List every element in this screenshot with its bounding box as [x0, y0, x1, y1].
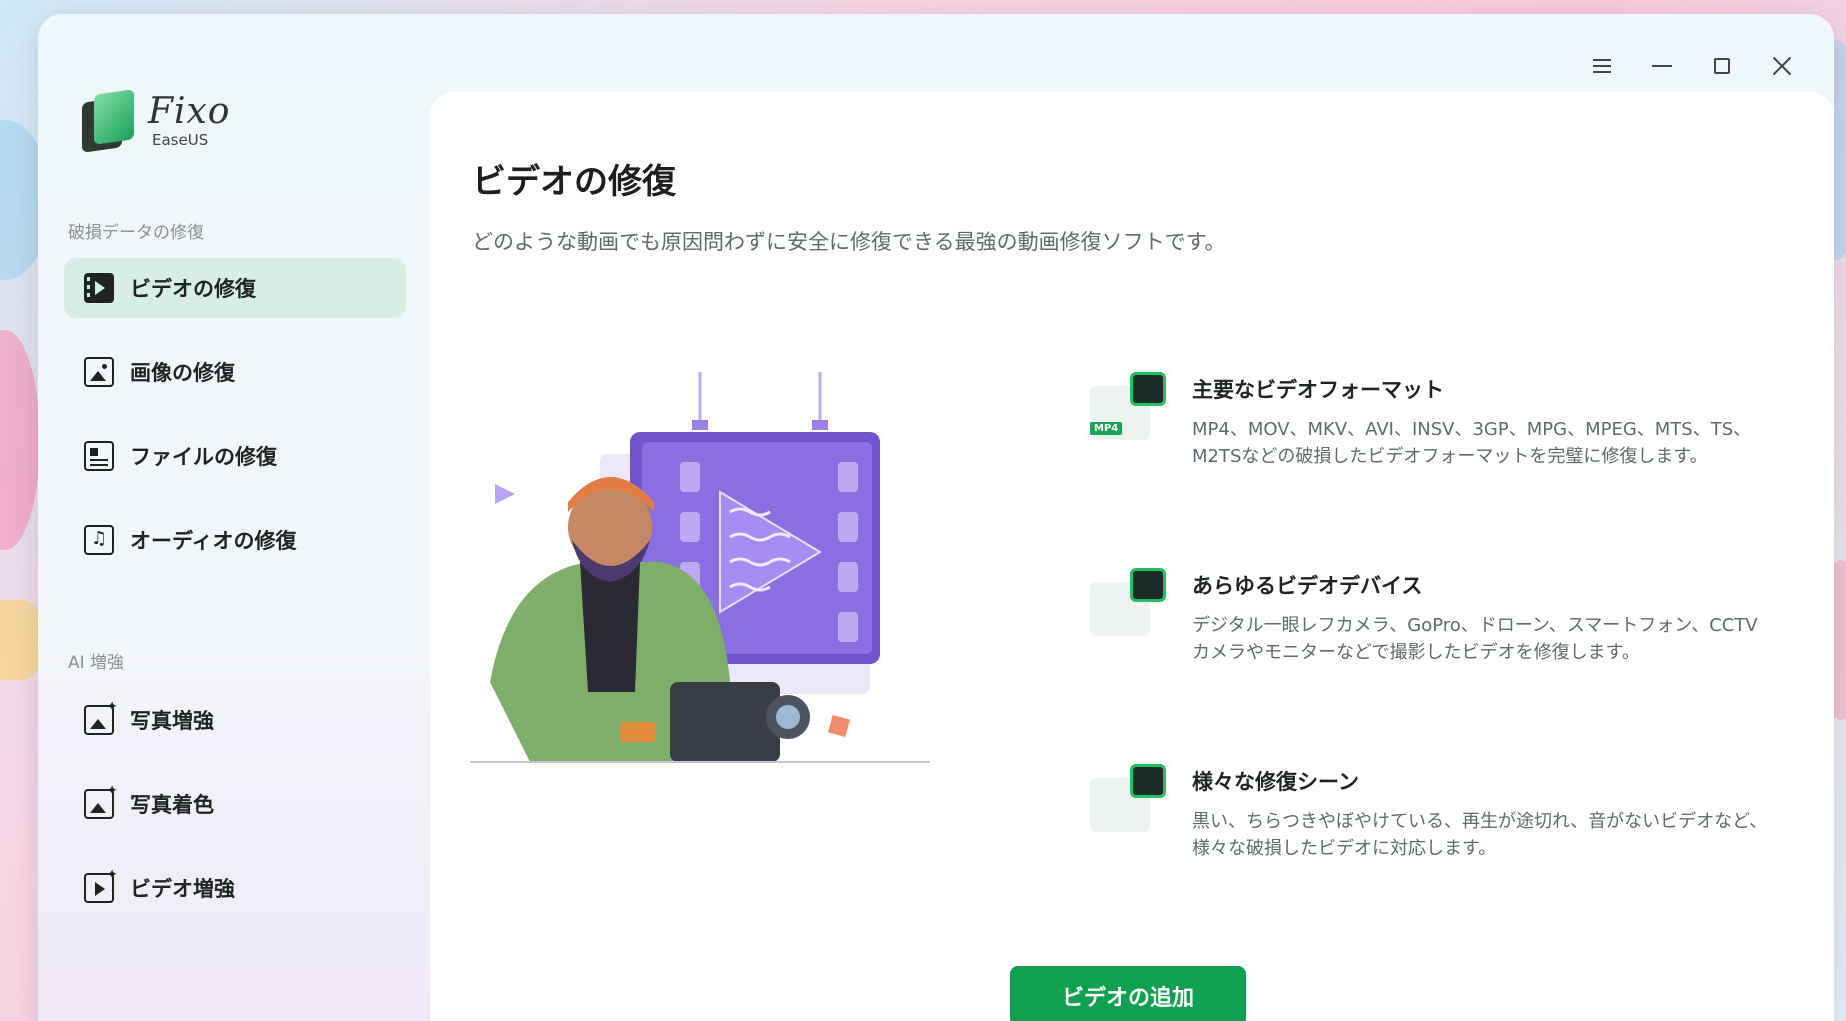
page-description: どのような動画でも原因問わずに安全に修復できる最強の動画修復ソフトです。 — [472, 230, 1226, 254]
sidebar-item-audio-repair[interactable]: オーディオの修復 — [64, 510, 406, 570]
page-title: ビデオの修復 — [472, 162, 676, 202]
sidebar-section-repair: 破損データの修復 — [68, 223, 204, 243]
feature-video-devices: あらゆるビデオデバイス デジタル一眼レフカメラ、GoPro、ドローン、スマートフ… — [1090, 568, 1790, 708]
feature-description: 黒い、ちらつきやぼやけている、再生が途切れ、音がないビデオなど、様々な破損したビ… — [1192, 811, 1768, 859]
sidebar-item-label: 画像の修復 — [130, 361, 235, 385]
app-name: Fixo — [148, 91, 231, 132]
sidebar-item-label: 写真着色 — [130, 793, 214, 817]
sidebar-item-photo-enhance[interactable]: 写真増強 — [64, 690, 406, 750]
video-enhance-icon — [84, 867, 118, 903]
feature-title: 様々な修復シーン — [1192, 770, 1359, 794]
sidebar-item-label: ファイルの修復 — [130, 445, 277, 469]
main-panel: ビデオの修復 どのような動画でも原因問わずに安全に修復できる最強の動画修復ソフト… — [430, 92, 1834, 1021]
sidebar-item-label: ビデオの修復 — [130, 277, 256, 301]
audio-icon — [84, 525, 114, 555]
desktop-decoration — [0, 330, 40, 550]
feature-title: あらゆるビデオデバイス — [1192, 574, 1423, 598]
sidebar-item-photo-colorize[interactable]: 写真着色 — [64, 774, 406, 834]
feature-video-formats: MP4 主要なビデオフォーマット MP4、MOV、MKV、AVI、INSV、3G… — [1090, 372, 1790, 512]
minimize-button[interactable] — [1632, 44, 1692, 88]
video-icon — [84, 273, 114, 303]
sidebar-item-video-repair[interactable]: ビデオの修復 — [64, 258, 406, 318]
feature-description: MP4、MOV、MKV、AVI、INSV、3GP、MPG、MPEG、MTS、TS… — [1192, 419, 1752, 467]
video-device-icon — [1090, 568, 1166, 644]
photo-colorize-icon — [84, 783, 118, 819]
sidebar-item-label: 写真増強 — [130, 709, 214, 733]
sidebar-section-ai: AI 増強 — [68, 653, 125, 673]
desktop-decoration — [0, 600, 40, 680]
feature-title: 主要なビデオフォーマット — [1192, 378, 1444, 402]
feature-description: デジタル一眼レフカメラ、GoPro、ドローン、スマートフォン、CCTVカメラやモ… — [1192, 615, 1758, 663]
close-icon — [1772, 56, 1792, 76]
sidebar-item-label: オーディオの修復 — [130, 529, 297, 553]
close-button[interactable] — [1752, 44, 1812, 88]
image-icon — [84, 357, 114, 387]
app-vendor: EaseUS — [152, 131, 209, 149]
sidebar-item-image-repair[interactable]: 画像の修復 — [64, 342, 406, 402]
sidebar-item-label: ビデオ増強 — [130, 877, 235, 901]
feature-repair-scenes: 様々な修復シーン 黒い、ちらつきやぼやけている、再生が途切れ、音がないビデオなど… — [1090, 764, 1790, 904]
video-format-icon: MP4 — [1090, 372, 1166, 448]
fixo-logo-icon — [78, 89, 136, 153]
menu-icon — [1593, 59, 1611, 73]
maximize-icon — [1714, 58, 1730, 74]
add-video-button[interactable]: ビデオの追加 — [1010, 966, 1246, 1021]
photo-enhance-icon — [84, 699, 118, 735]
window-controls — [1572, 44, 1812, 88]
minimize-icon — [1652, 65, 1672, 67]
mp4-tag: MP4 — [1090, 422, 1123, 435]
app-logo: Fixo EaseUS — [78, 89, 231, 153]
sidebar-item-file-repair[interactable]: ファイルの修復 — [64, 426, 406, 486]
app-window: Fixo EaseUS 破損データの修復 ビデオの修復 画像の修復 ファイルの修… — [38, 14, 1834, 1021]
sidebar-item-video-enhance[interactable]: ビデオ増強 — [64, 858, 406, 918]
video-repair-illustration — [470, 372, 930, 763]
maximize-button[interactable] — [1692, 44, 1752, 88]
menu-button[interactable] — [1572, 44, 1632, 88]
repair-scene-icon — [1090, 764, 1166, 840]
file-icon — [84, 441, 114, 471]
